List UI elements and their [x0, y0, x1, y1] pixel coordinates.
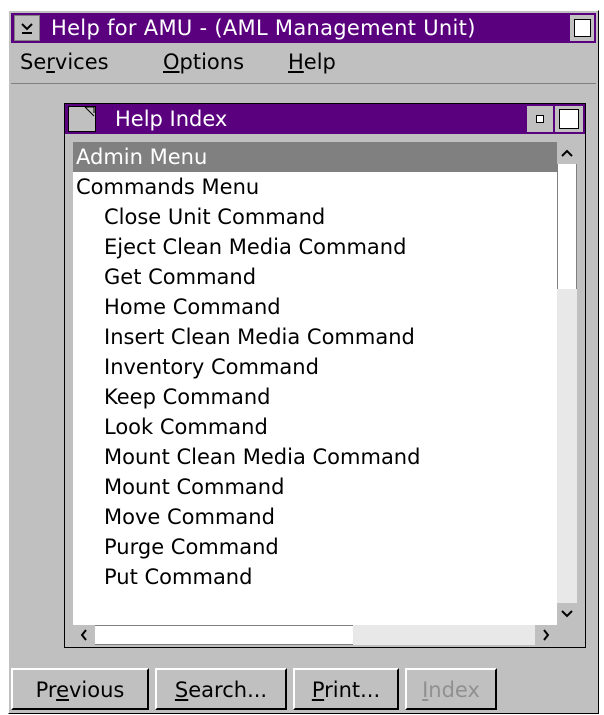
menu-help[interactable]: Help: [288, 50, 336, 74]
button-row: Previous Search... Print... Index: [9, 668, 600, 713]
menu-bar: Services Options Help: [11, 45, 596, 84]
document-icon-graphic: [84, 107, 95, 117]
arrow-up-icon: [561, 149, 573, 157]
help-index-title: Help Index: [115, 107, 228, 131]
list-item[interactable]: Commands Menu: [73, 172, 557, 202]
scroll-right-button[interactable]: [535, 625, 557, 645]
minimize-button[interactable]: [527, 106, 553, 132]
arrow-left-icon: [80, 629, 87, 641]
list-item[interactable]: Get Command: [73, 262, 557, 292]
help-index-title-bar[interactable]: Help Index: [65, 104, 585, 134]
maximize-button[interactable]: [570, 15, 594, 41]
scrollbar-corner: [557, 625, 577, 645]
arrow-down-icon: [561, 610, 573, 618]
list-item[interactable]: Eject Clean Media Command: [73, 232, 557, 262]
help-index-maximize-button[interactable]: [555, 106, 583, 132]
window-title: Help for AMU - (AML Management Unit): [51, 16, 476, 40]
list-item[interactable]: Put Command: [73, 562, 557, 592]
scroll-left-button[interactable]: [73, 625, 95, 645]
print-button[interactable]: Print...: [293, 668, 399, 710]
horizontal-scroll-thumb[interactable]: [95, 625, 353, 645]
system-menu-button[interactable]: [14, 15, 40, 41]
list-item[interactable]: Close Unit Command: [73, 202, 557, 232]
index-button[interactable]: Index: [405, 668, 497, 710]
search-button[interactable]: Search...: [155, 668, 287, 710]
document-icon[interactable]: [68, 106, 96, 132]
chevron-down-icon: [21, 23, 33, 34]
list-item[interactable]: Home Command: [73, 292, 557, 322]
vertical-scroll-thumb[interactable]: [557, 164, 577, 289]
index-button-label: Index: [422, 678, 480, 702]
minimize-icon: [536, 115, 544, 123]
horizontal-scrollbar[interactable]: [73, 625, 557, 645]
menu-services-label: Services: [20, 50, 109, 74]
maximize-icon: [573, 19, 591, 37]
scroll-down-button[interactable]: [557, 603, 577, 625]
list-item[interactable]: Inventory Command: [73, 352, 557, 382]
list-item[interactable]: Insert Clean Media Command: [73, 322, 557, 352]
previous-button[interactable]: Previous: [11, 668, 149, 710]
search-button-label: Search...: [174, 678, 268, 702]
previous-button-label: Previous: [35, 678, 125, 702]
menu-options-label: Options: [163, 50, 245, 74]
print-button-label: Print...: [311, 678, 381, 702]
list-item[interactable]: Admin Menu: [73, 142, 557, 172]
menu-help-label: Help: [288, 50, 336, 74]
menu-options[interactable]: Options: [163, 50, 244, 74]
title-bar[interactable]: Help for AMU - (AML Management Unit): [11, 13, 596, 43]
menu-services[interactable]: Services: [20, 50, 109, 74]
scroll-up-button[interactable]: [557, 142, 577, 164]
list-item[interactable]: Move Command: [73, 502, 557, 532]
vertical-scrollbar[interactable]: [557, 142, 577, 625]
help-index-list[interactable]: Admin Menu Commands Menu Close Unit Comman…: [73, 142, 557, 625]
list-item[interactable]: Purge Command: [73, 532, 557, 562]
arrow-right-icon: [543, 629, 550, 641]
maximize-icon: [559, 109, 579, 129]
list-item[interactable]: Keep Command: [73, 382, 557, 412]
help-window: Help for AMU - (AML Management Unit) Ser…: [8, 10, 599, 714]
help-index-window: Help Index Admin Menu Commands Menu Close …: [64, 103, 586, 648]
list-item[interactable]: Mount Clean Media Command: [73, 442, 557, 472]
list-item[interactable]: Look Command: [73, 412, 557, 442]
list-item[interactable]: Mount Command: [73, 472, 557, 502]
